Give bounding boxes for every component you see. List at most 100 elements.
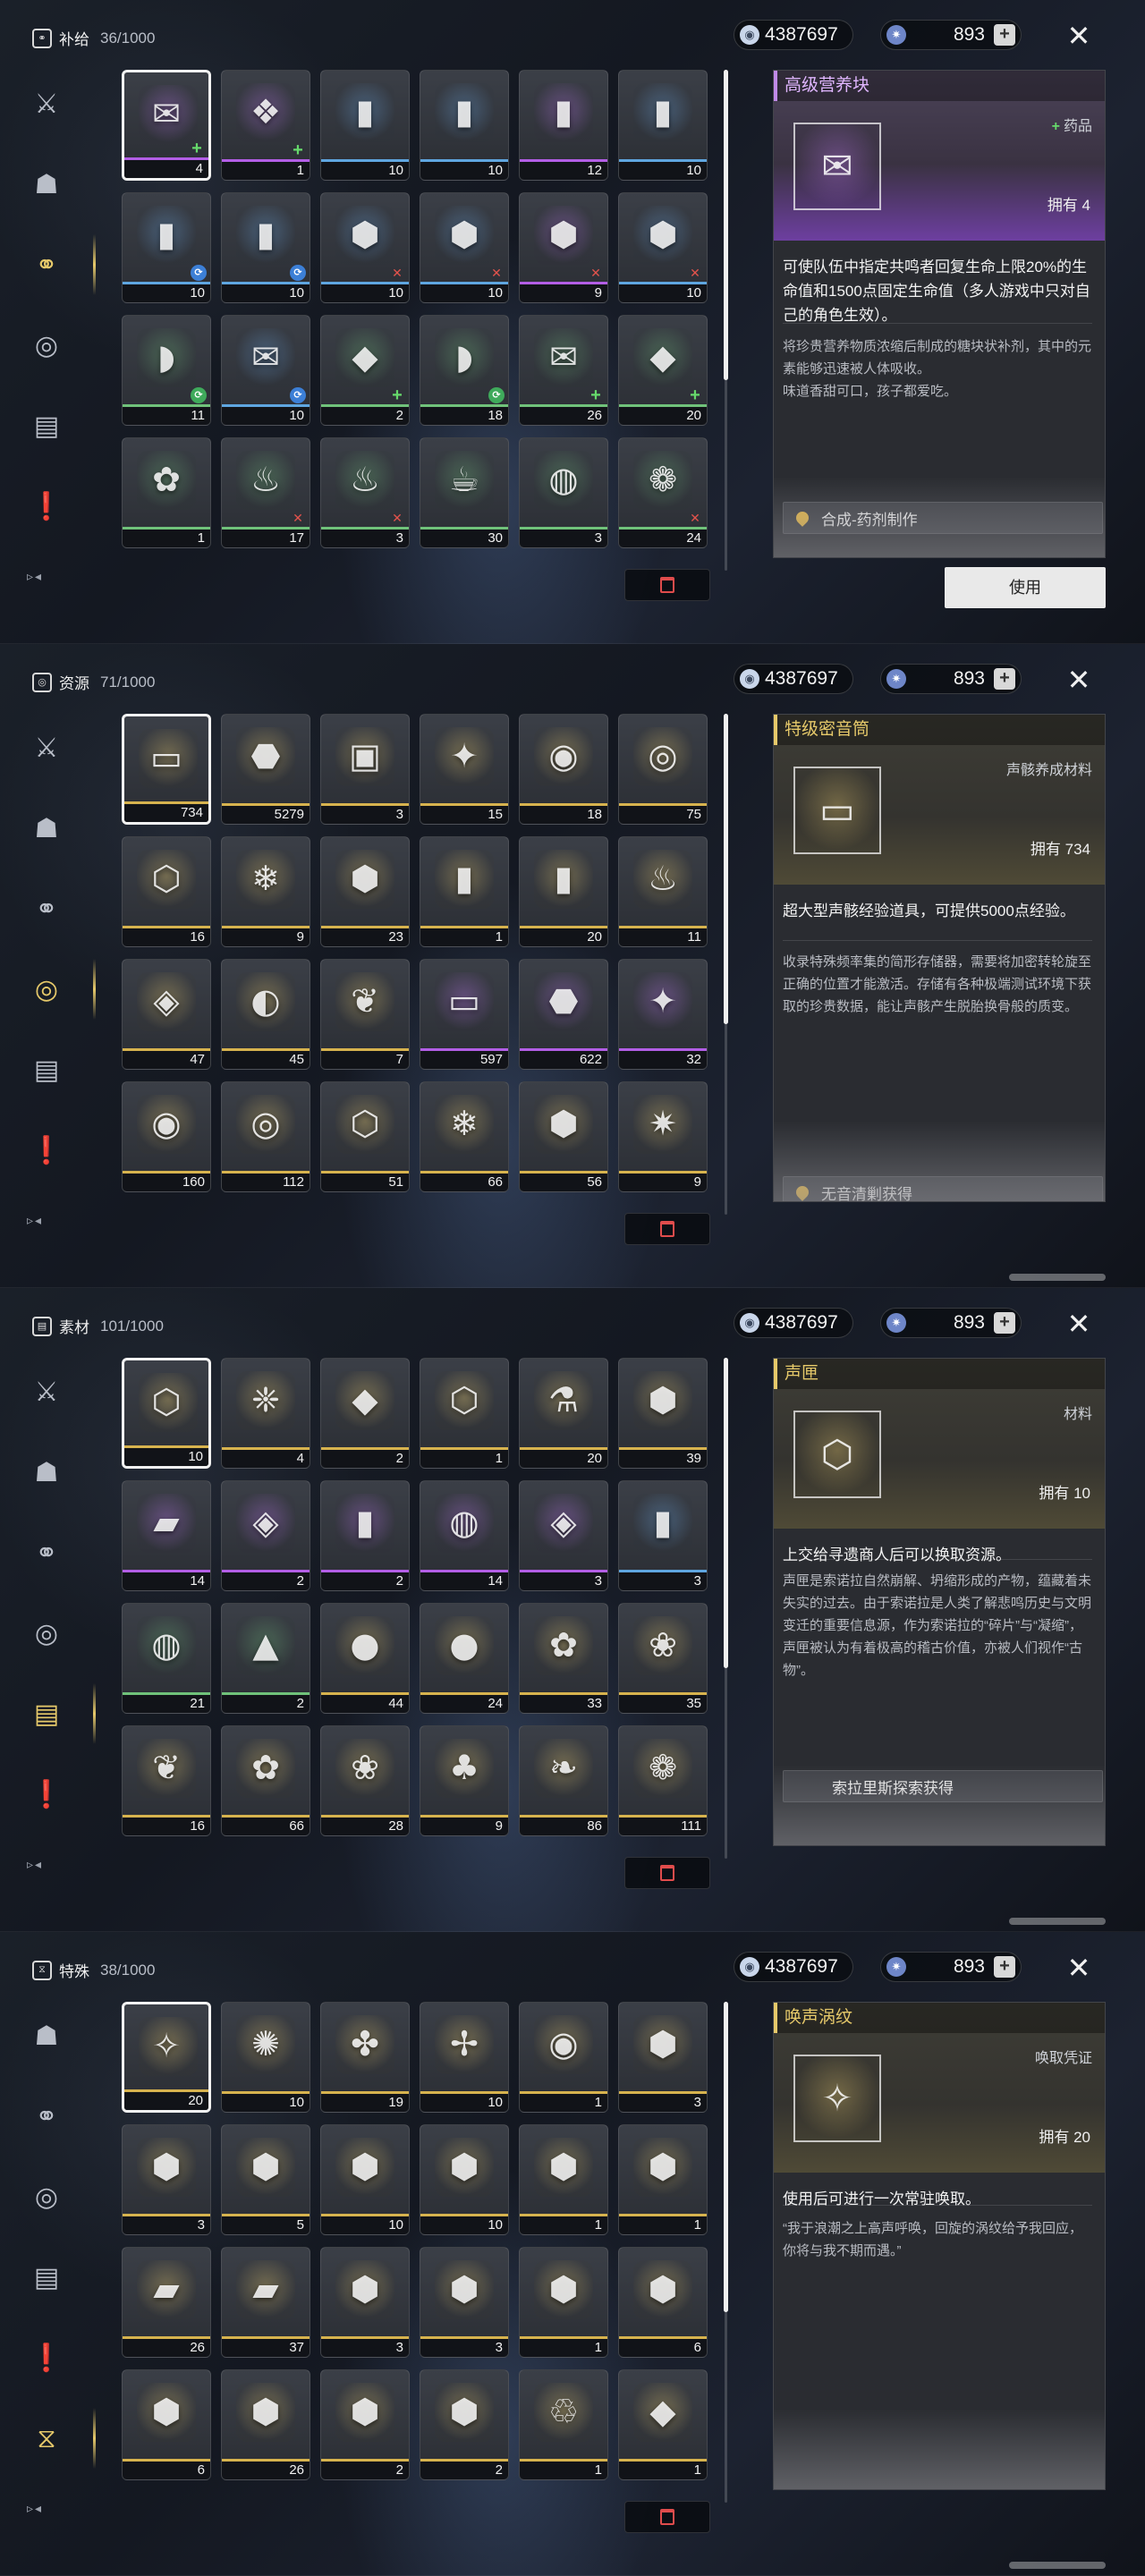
nav-material-icon[interactable]: ▤: [23, 1046, 70, 1093]
item-slot[interactable]: ❄ 9: [221, 836, 310, 947]
item-slot[interactable]: ⬡ 16: [122, 836, 211, 947]
scrollbar-thumb[interactable]: [724, 70, 728, 381]
item-slot[interactable]: ▭ 597: [420, 959, 509, 1070]
add-astrite-button[interactable]: +: [994, 668, 1015, 690]
item-slot[interactable]: ❀ 28: [320, 1725, 410, 1836]
nav-collapse-arrows-icon[interactable]: ▹◂: [27, 569, 43, 584]
item-slot[interactable]: ⬡ 51: [320, 1081, 410, 1192]
item-slot[interactable]: ▮ 10: [618, 70, 708, 181]
item-slot[interactable]: ✷ 9: [618, 1081, 708, 1192]
item-slot[interactable]: ⬡ 1: [420, 1358, 509, 1469]
item-slot[interactable]: ✿ 66: [221, 1725, 310, 1836]
item-slot[interactable]: ♨ 11: [618, 836, 708, 947]
grid-scrollbar[interactable]: [724, 714, 728, 1215]
discard-button[interactable]: [624, 1857, 710, 1889]
nav-supply-icon[interactable]: ⚭: [23, 886, 70, 932]
item-slot[interactable]: ❄ 66: [420, 1081, 509, 1192]
item-slot[interactable]: ⬢ 10 ✕: [618, 192, 708, 303]
item-slot[interactable]: ⬢ 2: [420, 2369, 509, 2480]
item-slot[interactable]: ✤ 19: [320, 2002, 410, 2113]
item-slot[interactable]: ⬢ 5: [221, 2124, 310, 2235]
nav-quest-icon[interactable]: ❗: [23, 2334, 70, 2381]
item-slot[interactable]: ❦ 7: [320, 959, 410, 1070]
item-slot[interactable]: ⬣ 5279: [221, 714, 310, 825]
item-slot[interactable]: ◉ 1: [519, 2002, 608, 2113]
item-slot[interactable]: ⬢ 3: [618, 2002, 708, 2113]
item-slot[interactable]: ⬢ 6: [122, 2369, 211, 2480]
grid-scrollbar[interactable]: [724, 1358, 728, 1859]
add-astrite-button[interactable]: +: [994, 24, 1015, 46]
item-slot[interactable]: ⬢ 56: [519, 1081, 608, 1192]
item-slot[interactable]: ◍ 14: [420, 1480, 509, 1591]
close-button[interactable]: ✕: [1061, 1950, 1097, 1986]
nav-quest-icon[interactable]: ❗: [23, 483, 70, 530]
use-button[interactable]: 使用: [945, 567, 1106, 608]
item-slot[interactable]: ◗ 11 ⟳: [122, 315, 211, 426]
item-slot[interactable]: ▮ 10: [420, 70, 509, 181]
item-slot[interactable]: ✿ 33: [519, 1603, 608, 1714]
item-slot[interactable]: ❈ 4: [221, 1358, 310, 1469]
item-slot[interactable]: ☕ 30: [420, 437, 509, 548]
nav-echo-mask-icon[interactable]: ☗: [23, 161, 70, 208]
item-slot[interactable]: ✿ 1: [122, 437, 211, 548]
item-slot[interactable]: ❖ 1 +: [221, 70, 310, 181]
item-slot[interactable]: ⬢ 1: [519, 2247, 608, 2358]
item-slot[interactable]: ✦ 32: [618, 959, 708, 1070]
scrollbar-thumb[interactable]: [724, 2002, 728, 2313]
item-slot[interactable]: ◆ 2 +: [320, 315, 410, 426]
item-slot[interactable]: ▮ 1: [420, 836, 509, 947]
item-slot[interactable]: ◍ 21: [122, 1603, 211, 1714]
item-slot[interactable]: ◆ 2: [320, 1358, 410, 1469]
item-slot[interactable]: ⬢ 6: [618, 2247, 708, 2358]
nav-material-icon[interactable]: ▤: [23, 402, 70, 449]
item-slot[interactable]: ▮ 2: [320, 1480, 410, 1591]
item-slot[interactable]: ● 44: [320, 1603, 410, 1714]
item-slot[interactable]: ◗ 18 ⟳: [420, 315, 509, 426]
discard-button[interactable]: [624, 1213, 710, 1245]
item-slot[interactable]: ▰ 37: [221, 2247, 310, 2358]
item-slot[interactable]: ◆ 1: [618, 2369, 708, 2480]
item-slot[interactable]: ⬢ 9 ✕: [519, 192, 608, 303]
item-slot[interactable]: ⬢ 3: [320, 2247, 410, 2358]
item-slot[interactable]: ✉ 10 ⟳: [221, 315, 310, 426]
item-slot[interactable]: ▮ 3: [618, 1480, 708, 1591]
nav-quest-icon[interactable]: ❗: [23, 1127, 70, 1174]
item-slot[interactable]: ✦ 15: [420, 714, 509, 825]
item-slot[interactable]: ⬢ 10: [420, 2124, 509, 2235]
nav-echo-mask-icon[interactable]: ☗: [23, 1449, 70, 1496]
item-slot[interactable]: ⬡ 10: [122, 1358, 211, 1469]
nav-material-icon[interactable]: ▤: [23, 1683, 96, 1744]
discard-button[interactable]: [624, 569, 710, 601]
item-slot[interactable]: ⬢ 23: [320, 836, 410, 947]
item-slot[interactable]: ❁ 111: [618, 1725, 708, 1836]
item-slot[interactable]: ❀ 35: [618, 1603, 708, 1714]
nav-swords-icon[interactable]: ⚔: [23, 724, 70, 771]
item-slot[interactable]: ⬢ 39: [618, 1358, 708, 1469]
item-slot[interactable]: ◐ 45: [221, 959, 310, 1070]
item-slot[interactable]: ❁ 24 ✕: [618, 437, 708, 548]
nav-echo-mask-icon[interactable]: ☗: [23, 2012, 70, 2059]
item-slot[interactable]: ◉ 18: [519, 714, 608, 825]
item-slot[interactable]: ⬢ 10 ✕: [320, 192, 410, 303]
item-slot[interactable]: ▭ 734: [122, 714, 211, 825]
item-slot[interactable]: ✉ 26 +: [519, 315, 608, 426]
nav-echo-mask-icon[interactable]: ☗: [23, 805, 70, 852]
item-slot[interactable]: ✢ 10: [420, 2002, 509, 2113]
item-slot[interactable]: ⚗ 20: [519, 1358, 608, 1469]
nav-special-icon[interactable]: ⧖: [23, 2408, 96, 2469]
item-slot[interactable]: ✉ 4 +: [122, 70, 211, 181]
scrollbar-thumb[interactable]: [724, 1358, 728, 1669]
item-slot[interactable]: ◍ 3: [519, 437, 608, 548]
item-slot[interactable]: ◈ 2: [221, 1480, 310, 1591]
item-slot[interactable]: ❦ 16: [122, 1725, 211, 1836]
item-slot[interactable]: ▮ 10: [320, 70, 410, 181]
nav-supply-icon[interactable]: ⚭: [23, 2093, 70, 2140]
item-slot[interactable]: ♣ 9: [420, 1725, 509, 1836]
item-slot[interactable]: ♨ 3 ✕: [320, 437, 410, 548]
nav-supply-icon[interactable]: ⚭: [23, 1530, 70, 1576]
item-slot[interactable]: ⬢ 3: [420, 2247, 509, 2358]
item-slot[interactable]: ▮ 20: [519, 836, 608, 947]
item-slot[interactable]: ▰ 26: [122, 2247, 211, 2358]
item-slot[interactable]: ◈ 3: [519, 1480, 608, 1591]
item-slot[interactable]: ◉ 160: [122, 1081, 211, 1192]
